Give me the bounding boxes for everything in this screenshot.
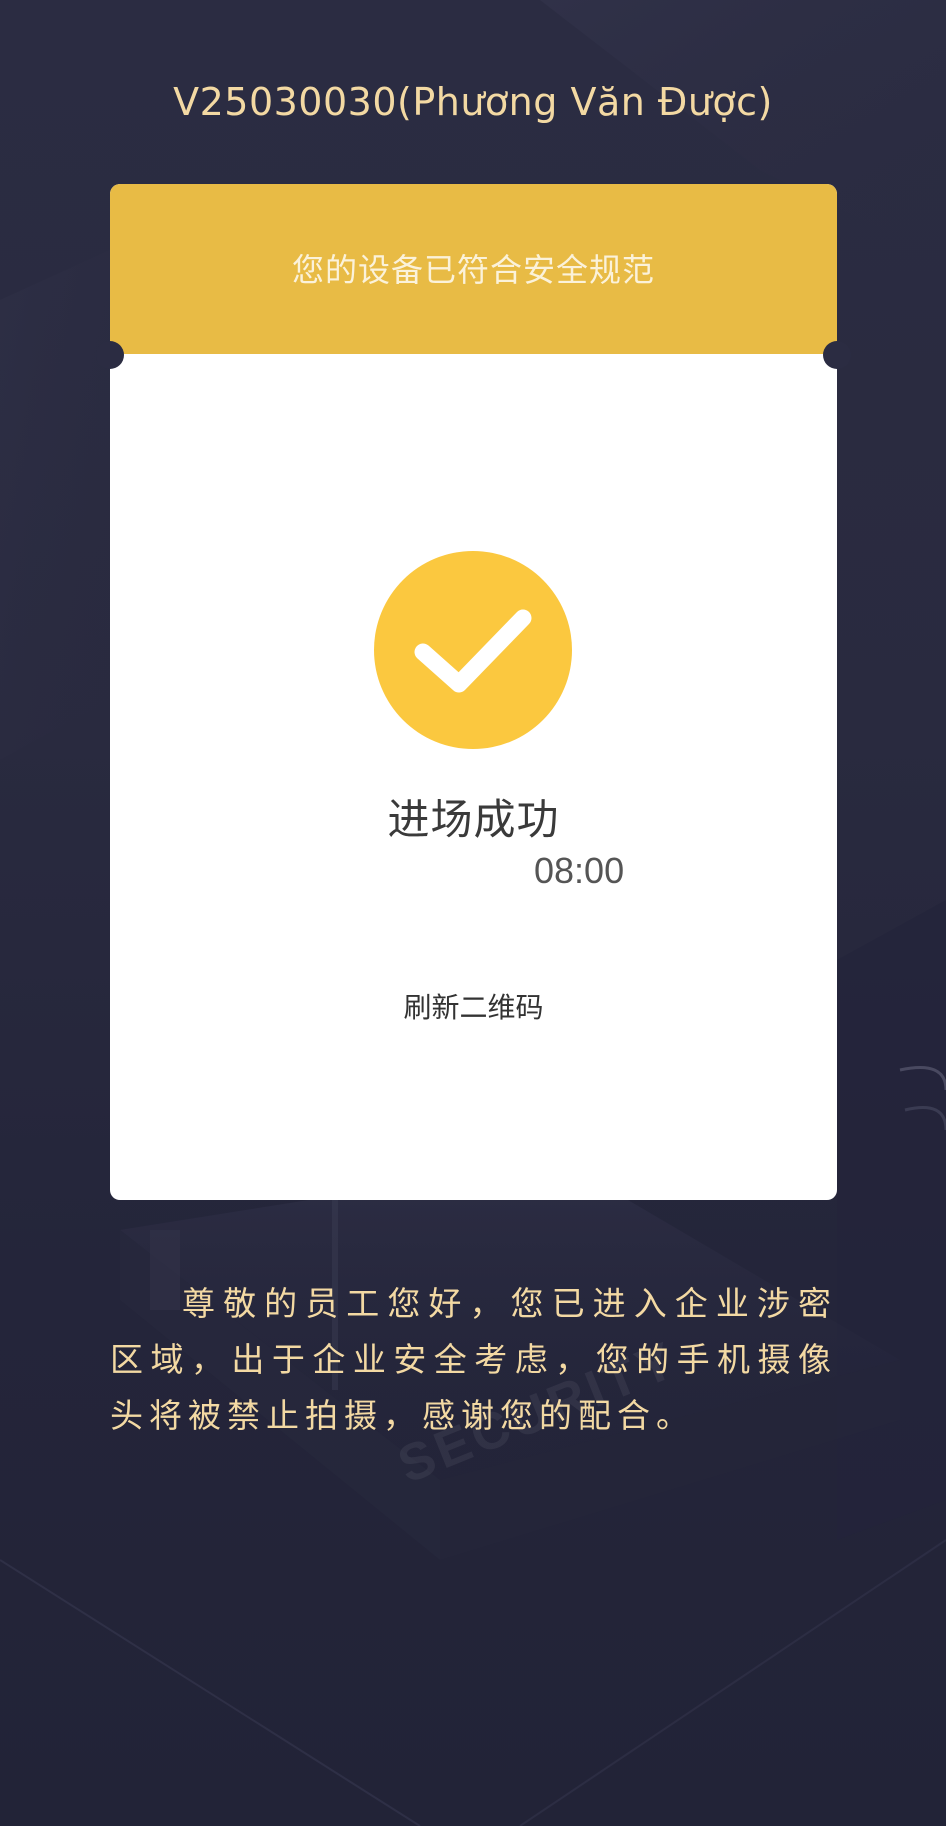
card-notch-left — [96, 341, 124, 369]
checkmark-icon — [414, 609, 532, 693]
refresh-qr-code-link[interactable]: 刷新二维码 — [110, 986, 837, 1026]
user-id-title: V25030030(Phương Văn Được) — [173, 80, 773, 124]
compliance-banner-text: 您的设备已符合安全规范 — [291, 251, 655, 289]
entry-time: 08:00 — [534, 850, 625, 891]
check-circle-icon — [374, 551, 572, 749]
card-banner: 您的设备已符合安全规范 — [110, 184, 837, 354]
status-card: 您的设备已符合安全规范 进场成功 08:00 刷新二维码 — [96, 184, 851, 1200]
card-notch-right — [823, 341, 851, 369]
entry-status-title: 进场成功 — [387, 795, 560, 844]
security-notice-text: 尊敬的员工您好，您已进入企业涉密区域，出于企业安全考虑，您的手机摄像头将被禁止拍… — [110, 1284, 837, 1435]
